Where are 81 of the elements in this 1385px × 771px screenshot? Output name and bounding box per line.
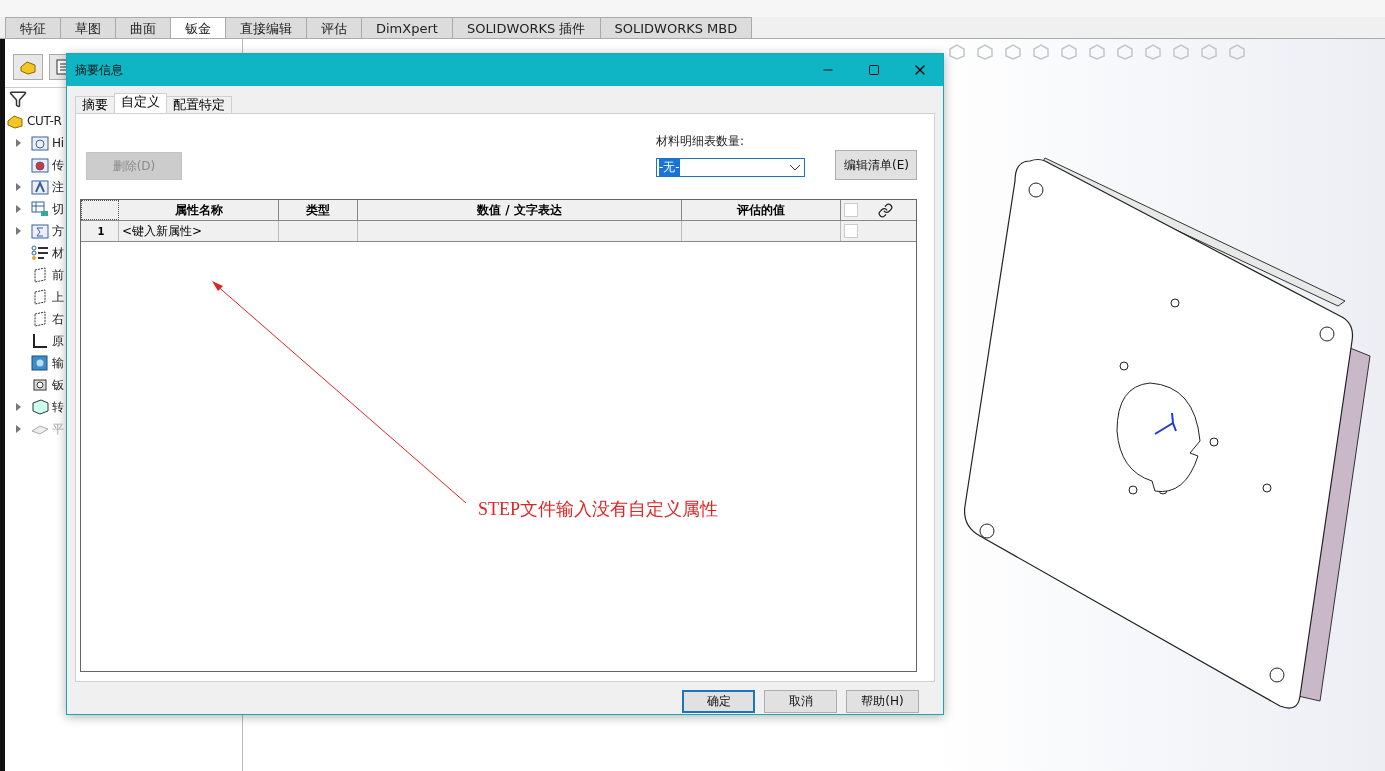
- folder-icon: [31, 179, 49, 195]
- dialog-button[interactable]: 帮助(H): [846, 690, 919, 713]
- tree-item-label[interactable]: 钣: [52, 376, 64, 394]
- chevron-down-icon: [790, 164, 800, 171]
- dialog-title: 摘要信息: [75, 61, 124, 79]
- expand-arrow-icon[interactable]: [15, 403, 21, 411]
- tree-item-label[interactable]: 传: [52, 156, 64, 174]
- tree-item-label[interactable]: 材: [52, 244, 64, 262]
- tree-item-label[interactable]: 输: [52, 354, 64, 372]
- ribbon-tab[interactable]: 直接编辑: [225, 17, 307, 38]
- column-header: 数值 / 文字表达: [358, 200, 682, 220]
- column-header: 评估的值: [682, 200, 841, 220]
- toolbar-icon[interactable]: [1060, 44, 1078, 60]
- tree-item-label[interactable]: 转: [52, 398, 64, 416]
- table-cell[interactable]: [279, 221, 358, 241]
- grid-icon: [31, 201, 49, 217]
- folder-icon: [31, 223, 49, 239]
- toolbar-icon[interactable]: [976, 44, 994, 60]
- part-icon: [6, 113, 24, 129]
- bom-quantity-label: 材料明细表数量:: [656, 133, 746, 150]
- row-number: 1: [81, 221, 119, 241]
- tree-item-label[interactable]: 注: [52, 178, 64, 196]
- plane-icon: [31, 311, 49, 327]
- dialog-tab[interactable]: 配置特定: [166, 96, 232, 113]
- toolbar-icon[interactable]: [1200, 44, 1218, 60]
- toolbar-icon[interactable]: [1116, 44, 1134, 60]
- ribbon-tab[interactable]: 草图: [60, 17, 116, 38]
- box-icon: [31, 399, 49, 415]
- toolbar-icon[interactable]: [1172, 44, 1190, 60]
- expand-arrow-icon[interactable]: [15, 205, 21, 213]
- ribbon-tab[interactable]: 特征: [5, 17, 61, 38]
- expand-arrow-icon[interactable]: [15, 183, 21, 191]
- row-checkbox[interactable]: [844, 224, 858, 238]
- property-name-cell[interactable]: <键入新属性>: [119, 221, 279, 241]
- dialog-button[interactable]: 取消: [764, 690, 837, 713]
- folder-icon: [31, 135, 49, 151]
- ribbon-tab[interactable]: 钣金: [170, 17, 226, 38]
- tree-item-label[interactable]: 切: [52, 200, 64, 218]
- ribbon-tab[interactable]: 曲面: [115, 17, 171, 38]
- toolbar-icon[interactable]: [1144, 44, 1162, 60]
- tree-item-label[interactable]: 右: [52, 310, 64, 328]
- tree-item-label[interactable]: 前: [52, 266, 64, 284]
- bom-quantity-dropdown[interactable]: -无-: [656, 158, 805, 177]
- table-cell[interactable]: [358, 221, 682, 241]
- link-icon: [878, 202, 893, 218]
- ribbon-tab[interactable]: DimXpert: [361, 17, 453, 38]
- axes-icon: [31, 333, 49, 349]
- header-checkbox[interactable]: [844, 203, 858, 217]
- filter-icon[interactable]: [9, 90, 27, 108]
- toolbar-icon[interactable]: [1032, 44, 1050, 60]
- tree-item-label[interactable]: Hi: [52, 136, 64, 150]
- dialog-button[interactable]: 确定: [682, 690, 755, 713]
- dialog-tab[interactable]: 摘要: [75, 96, 115, 113]
- toolbar-icon[interactable]: [1228, 44, 1246, 60]
- toolbar-icon[interactable]: [1088, 44, 1106, 60]
- feature-manager-tab[interactable]: [13, 54, 43, 80]
- material-icon: [31, 245, 49, 261]
- folder-icon: [31, 157, 49, 173]
- tree-item-label[interactable]: 原: [52, 332, 64, 350]
- cube-icon: [31, 355, 49, 371]
- sheet-metal-icon: [31, 377, 49, 393]
- toolbar-icon[interactable]: [948, 44, 966, 60]
- maximize-icon[interactable]: [868, 64, 880, 76]
- part-icon: [19, 59, 37, 75]
- ribbon-tab[interactable]: SOLIDWORKS MBD: [599, 17, 753, 38]
- plane-icon: [31, 289, 49, 305]
- expand-arrow-icon[interactable]: [15, 227, 21, 235]
- corner-cell: [81, 200, 119, 220]
- column-header: 属性名称: [119, 200, 279, 220]
- dialog-tab[interactable]: 自定义: [114, 93, 167, 113]
- tree-item-label[interactable]: 上: [52, 288, 64, 306]
- column-header: 类型: [279, 200, 358, 220]
- annotation-text: STEP文件输入没有自定义属性: [478, 498, 718, 521]
- ribbon-tab[interactable]: SOLIDWORKS 插件: [451, 17, 601, 38]
- edit-list-button[interactable]: 编辑清单(E): [835, 150, 917, 180]
- expand-arrow-icon[interactable]: [15, 139, 21, 147]
- tree-item-label[interactable]: 方: [52, 222, 64, 240]
- plane-icon: [31, 267, 49, 283]
- toolbar-icon[interactable]: [1004, 44, 1022, 60]
- ribbon-tab[interactable]: 评估: [306, 17, 362, 38]
- tree-root-label[interactable]: CUT-R: [27, 114, 62, 128]
